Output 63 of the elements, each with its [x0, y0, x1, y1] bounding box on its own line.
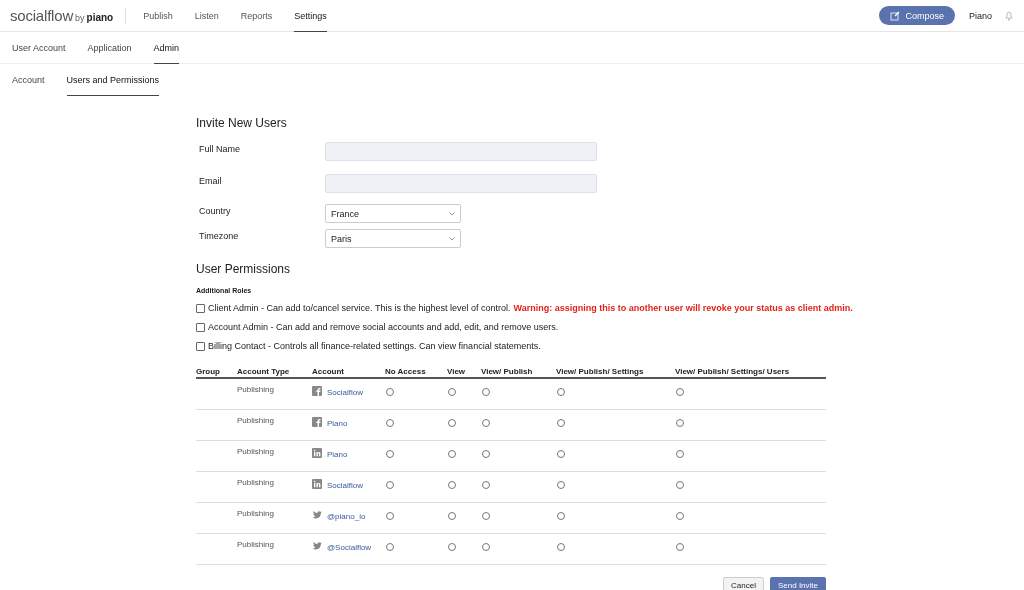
column-header: Account Type [237, 367, 312, 378]
account-link[interactable]: Socialflow [327, 388, 363, 397]
account-link[interactable]: Socialflow [327, 481, 363, 490]
account-link[interactable]: @Socialflow [327, 543, 372, 552]
account-link[interactable]: Piano [327, 419, 348, 428]
linkedin-icon [312, 448, 322, 458]
edit-icon [890, 10, 901, 21]
column-header: Group [196, 367, 237, 378]
role-description: Client Admin - Can add to/cancel service. This is the highest level of control. [208, 303, 511, 313]
field-label: Country [199, 205, 232, 216]
chevron-down-icon [449, 211, 455, 216]
table-cell: Publishing [237, 509, 274, 518]
subnav-tab[interactable]: Application [76, 32, 143, 63]
logo-text: socialflow [10, 7, 74, 24]
field-label: Full Name [199, 143, 241, 154]
nav-tab[interactable]: Publish [132, 0, 184, 32]
table-cell: Publishing [237, 447, 274, 456]
column-header: View/ Publish/ Settings/ Users [675, 367, 826, 378]
cancel-button[interactable]: Cancel [723, 577, 764, 590]
section-heading: Invite New Users [196, 116, 288, 130]
column-header: No Access [385, 367, 447, 378]
table-cell: Publishing [237, 540, 274, 549]
table-cell: Publishing [237, 416, 274, 425]
column-header: View/ Publish [481, 367, 556, 378]
input-field[interactable] [325, 142, 597, 161]
checkbox[interactable] [196, 341, 205, 351]
nav-tab[interactable]: Listen [183, 0, 230, 32]
compose-button[interactable]: Compose [879, 6, 955, 25]
twitter-icon [312, 541, 322, 551]
send-invite-button[interactable]: Send Invite [769, 577, 826, 590]
section-heading: User Permissions [196, 262, 292, 276]
input-field[interactable] [325, 174, 597, 193]
linkedin-icon [312, 479, 322, 489]
nav-tab[interactable]: Reports [229, 0, 284, 32]
table-cell: Publishing [237, 478, 274, 487]
role-description: Billing Contact - Controls all finance-related settings. Can view financial statements. [208, 341, 541, 351]
checkbox[interactable] [196, 303, 205, 313]
user-menu[interactable]: Piano [968, 10, 992, 21]
field-label: Timezone [199, 230, 240, 241]
logo-text: piano [86, 11, 114, 23]
table-cell: Publishing [237, 385, 274, 394]
logo-text: by [75, 12, 85, 23]
column-header: View [447, 367, 481, 378]
subnav-tab[interactable]: Admin [142, 32, 191, 63]
bell-icon [1004, 10, 1014, 21]
column-header: View/ Publish/ Settings [556, 367, 675, 378]
nav-tab[interactable]: Settings [283, 0, 338, 32]
account-link[interactable]: Piano [327, 450, 348, 459]
warning-text: Warning: assigning this to another user will revoke your status as client admin. [513, 303, 853, 313]
subnav-tab[interactable]: Account [1, 64, 56, 95]
chevron-down-icon [449, 236, 455, 241]
facebook-icon [312, 386, 322, 396]
role-description: Account Admin - Can add and remove social accounts and add, edit, and remove users. [208, 322, 559, 332]
field-label: Email [199, 175, 223, 186]
select-field[interactable]: France [325, 204, 461, 223]
column-header: Account [312, 367, 385, 378]
subnav-tab[interactable]: User Account [1, 32, 77, 63]
twitter-icon [312, 510, 322, 520]
account-link[interactable]: @piano_io [327, 512, 366, 521]
subnav-tab[interactable]: Users and Permissions [55, 64, 171, 95]
facebook-icon [312, 417, 322, 427]
select-field[interactable]: Paris [325, 229, 461, 248]
checkbox[interactable] [196, 322, 205, 332]
